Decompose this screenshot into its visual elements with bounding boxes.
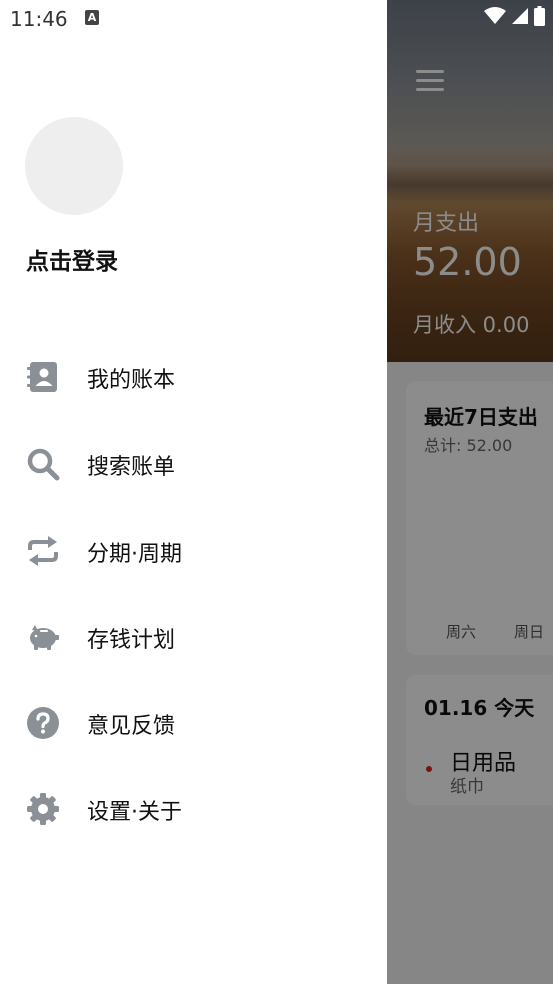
menu-item-label: 存钱计划 bbox=[87, 628, 176, 653]
battery-icon bbox=[534, 6, 545, 26]
contacts-book-icon bbox=[27, 362, 57, 392]
help-icon bbox=[27, 707, 59, 739]
notification-icon: A bbox=[85, 10, 99, 25]
wifi-icon bbox=[484, 7, 506, 24]
avatar[interactable] bbox=[25, 117, 123, 215]
menu-item-my-books[interactable]: 我的账本 bbox=[0, 346, 387, 406]
menu-item-search-bills[interactable]: 搜索账单 bbox=[0, 433, 387, 493]
gear-icon bbox=[27, 793, 59, 825]
search-icon bbox=[27, 448, 60, 481]
menu-item-label: 设置·关于 bbox=[87, 800, 182, 825]
menu-item-installments[interactable]: 分期·周期 bbox=[0, 520, 387, 580]
navigation-drawer: 点击登录 我的账本 搜索账单 分期·周期 存钱计划 意见反馈 设置·关于 bbox=[0, 0, 387, 984]
menu-item-label: 我的账本 bbox=[87, 368, 176, 393]
menu-item-settings[interactable]: 设置·关于 bbox=[0, 778, 387, 838]
status-icons bbox=[484, 6, 545, 26]
status-time: 11:46 bbox=[10, 7, 68, 31]
signal-icon bbox=[512, 8, 528, 24]
menu-item-saving-plan[interactable]: 存钱计划 bbox=[0, 606, 387, 666]
menu-item-feedback[interactable]: 意见反馈 bbox=[0, 692, 387, 752]
login-link[interactable]: 点击登录 bbox=[26, 242, 118, 276]
repeat-icon bbox=[28, 536, 58, 566]
menu-item-label: 分期·周期 bbox=[87, 542, 182, 567]
menu-item-label: 意见反馈 bbox=[87, 714, 176, 739]
menu-item-label: 搜索账单 bbox=[87, 455, 176, 480]
piggy-bank-icon bbox=[30, 625, 59, 650]
